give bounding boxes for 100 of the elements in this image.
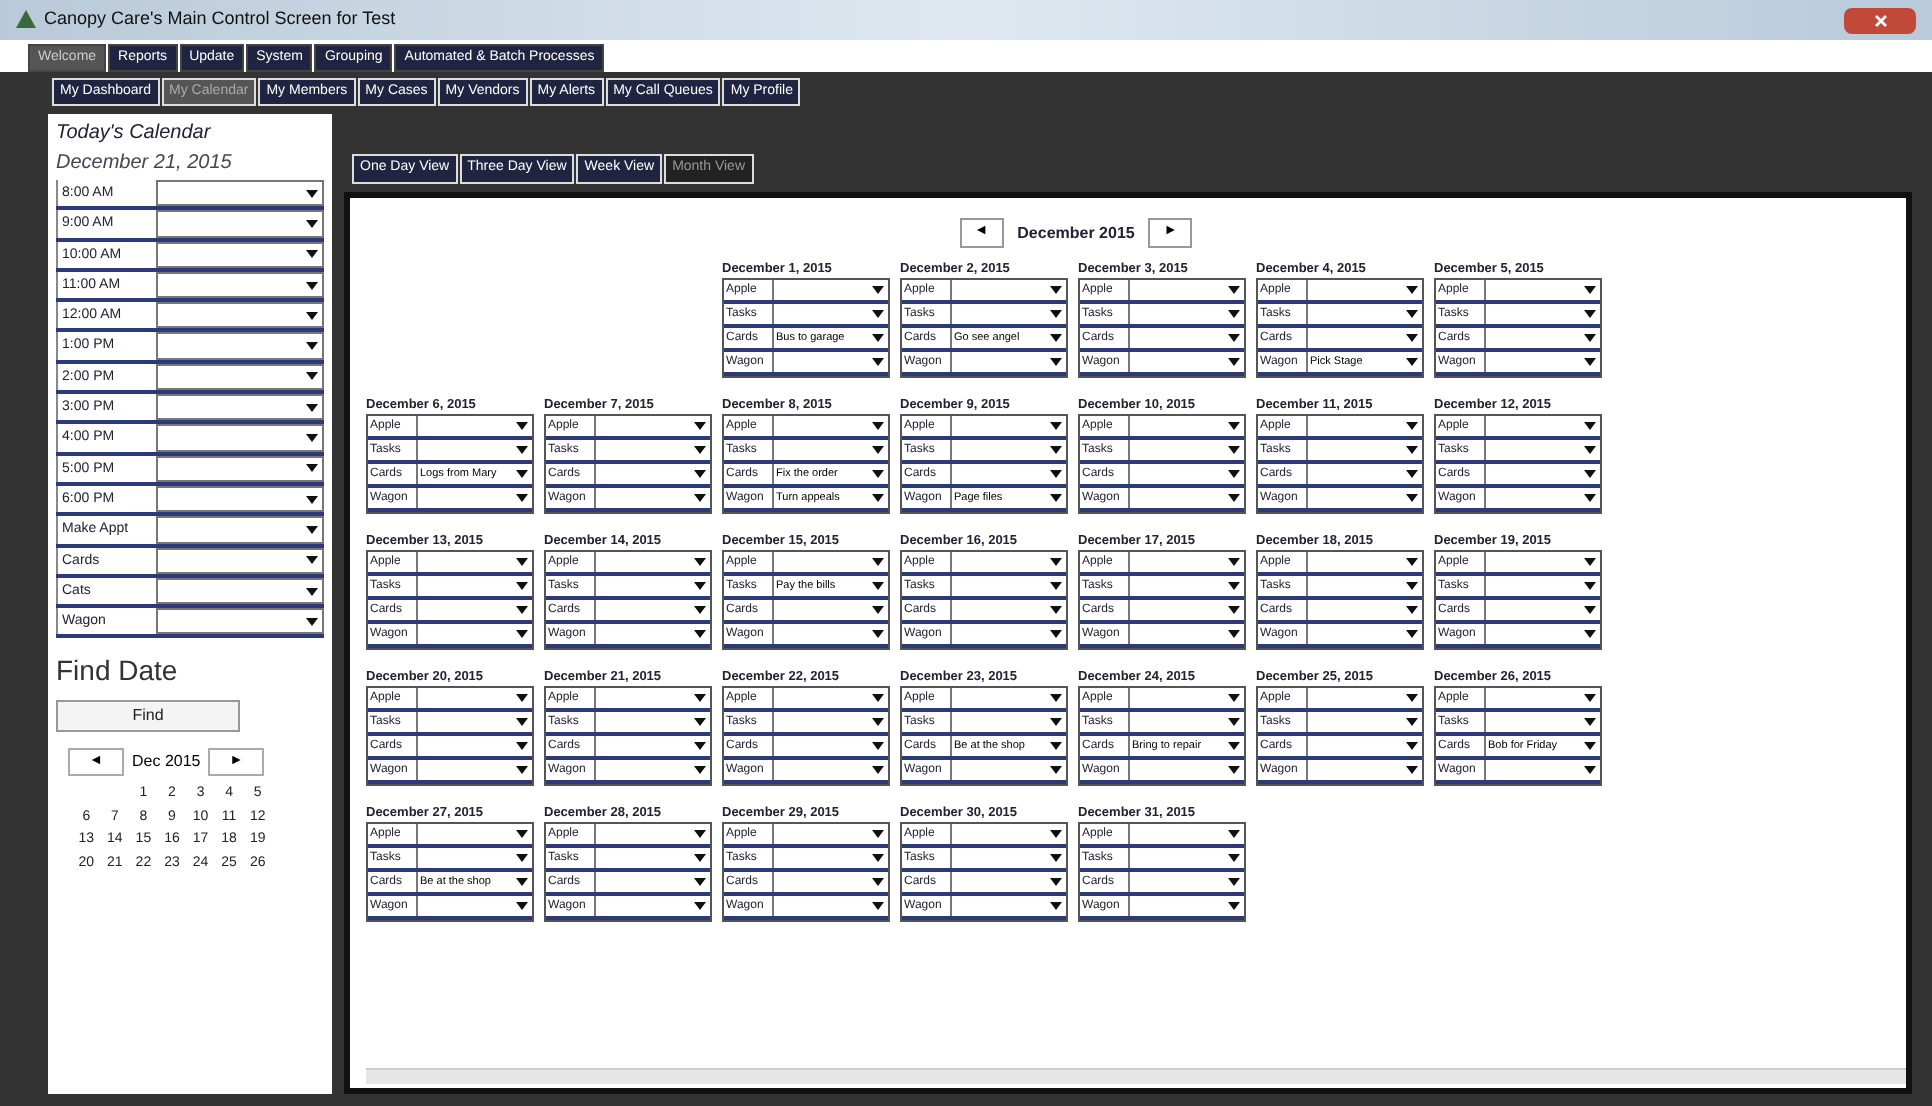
dropdown-field[interactable] — [594, 848, 710, 868]
dropdown-field[interactable] — [156, 180, 324, 207]
dropdown-field[interactable] — [1306, 688, 1422, 708]
dropdown-field[interactable] — [772, 352, 888, 372]
dropdown-field[interactable] — [1306, 576, 1422, 596]
dropdown-field[interactable] — [1484, 464, 1600, 484]
dropdown-field[interactable] — [1128, 896, 1244, 916]
dropdown-field[interactable] — [1128, 328, 1244, 348]
dropdown-field[interactable] — [950, 712, 1066, 732]
dropdown-field[interactable] — [416, 896, 532, 916]
dropdown-field[interactable] — [1306, 552, 1422, 572]
dropdown-field[interactable] — [594, 416, 710, 436]
dropdown-field[interactable] — [950, 600, 1066, 620]
dropdown-field[interactable] — [416, 552, 532, 572]
dropdown-field[interactable] — [594, 464, 710, 484]
dropdown-field[interactable] — [772, 280, 888, 300]
dropdown-field[interactable] — [1484, 440, 1600, 460]
dropdown-field[interactable] — [594, 896, 710, 916]
dropdown-field[interactable] — [156, 210, 324, 238]
dropdown-field[interactable] — [772, 824, 888, 844]
dropdown-field[interactable] — [1484, 600, 1600, 620]
dropdown-field[interactable] — [416, 848, 532, 868]
dropdown-field[interactable] — [416, 440, 532, 460]
dropdown-field[interactable] — [156, 455, 324, 482]
dropdown-field[interactable] — [1484, 488, 1600, 508]
dropdown-field[interactable] — [1128, 280, 1244, 300]
dropdown-field[interactable] — [1306, 624, 1422, 644]
dropdown-field[interactable] — [772, 760, 888, 780]
dropdown-field[interactable] — [416, 824, 532, 844]
dropdown-field[interactable] — [772, 736, 888, 756]
dropdown-field[interactable] — [156, 394, 324, 421]
find-button[interactable]: Find — [56, 700, 240, 733]
dropdown-field[interactable] — [772, 304, 888, 324]
dropdown-field[interactable] — [594, 600, 710, 620]
dropdown-field[interactable] — [1306, 736, 1422, 756]
dropdown-field[interactable] — [950, 872, 1066, 892]
dropdown-field[interactable] — [950, 304, 1066, 324]
dropdown-field[interactable] — [1128, 576, 1244, 596]
dropdown-field[interactable] — [950, 896, 1066, 916]
dropdown-field[interactable] — [1484, 688, 1600, 708]
dropdown-field[interactable] — [1128, 488, 1244, 508]
dropdown-field[interactable] — [1128, 824, 1244, 844]
dropdown-field[interactable] — [1484, 304, 1600, 324]
dropdown-field[interactable] — [1128, 712, 1244, 732]
dropdown-field[interactable] — [1306, 328, 1422, 348]
dropdown-field[interactable] — [772, 624, 888, 644]
dropdown-field[interactable] — [1128, 552, 1244, 572]
dropdown-field[interactable] — [772, 848, 888, 868]
dropdown-field[interactable] — [1484, 328, 1600, 348]
dropdown-field[interactable] — [1128, 464, 1244, 484]
dropdown-field[interactable] — [156, 241, 324, 268]
dropdown-field[interactable] — [156, 302, 324, 329]
dropdown-field[interactable] — [1306, 600, 1422, 620]
dropdown-field[interactable] — [772, 440, 888, 460]
dropdown-field[interactable] — [950, 280, 1066, 300]
dropdown-field[interactable] — [1306, 280, 1422, 300]
dropdown-field[interactable] — [1306, 760, 1422, 780]
dropdown-field[interactable] — [156, 516, 324, 544]
dropdown-field[interactable] — [594, 624, 710, 644]
dropdown-field[interactable] — [1128, 352, 1244, 372]
dropdown-field[interactable] — [594, 736, 710, 756]
dropdown-field[interactable] — [594, 576, 710, 596]
dropdown-field[interactable] — [416, 488, 532, 508]
horizontal-scrollbar[interactable] — [366, 1068, 1906, 1084]
dropdown-field[interactable] — [156, 363, 324, 391]
dropdown-field[interactable] — [416, 688, 532, 708]
dropdown-field[interactable] — [594, 872, 710, 892]
dropdown-field[interactable] — [950, 848, 1066, 868]
dropdown-field[interactable] — [772, 712, 888, 732]
dropdown-field[interactable] — [772, 896, 888, 916]
dropdown-field[interactable] — [594, 440, 710, 460]
dropdown-field[interactable] — [594, 712, 710, 732]
dropdown-field[interactable] — [156, 608, 324, 635]
dropdown-field[interactable] — [416, 576, 532, 596]
dropdown-field[interactable] — [1484, 280, 1600, 300]
dropdown-field[interactable] — [1306, 416, 1422, 436]
dropdown-field[interactable] — [1306, 488, 1422, 508]
dropdown-field[interactable] — [1484, 416, 1600, 436]
dropdown-field[interactable] — [1484, 552, 1600, 572]
dropdown-field[interactable] — [1128, 624, 1244, 644]
dropdown-field[interactable] — [950, 576, 1066, 596]
dropdown-field[interactable] — [594, 488, 710, 508]
dropdown-field[interactable] — [1306, 464, 1422, 484]
dropdown-field[interactable] — [156, 332, 324, 360]
dropdown-field[interactable] — [416, 712, 532, 732]
dropdown-field[interactable] — [1484, 624, 1600, 644]
dropdown-field[interactable] — [1128, 440, 1244, 460]
dropdown-field[interactable] — [156, 271, 324, 299]
dropdown-field[interactable] — [416, 600, 532, 620]
dropdown-field[interactable] — [1484, 760, 1600, 780]
dropdown-field[interactable] — [772, 552, 888, 572]
dropdown-field[interactable] — [416, 416, 532, 436]
dropdown-field[interactable] — [1128, 760, 1244, 780]
dropdown-field[interactable] — [950, 352, 1066, 372]
dropdown-field[interactable] — [950, 688, 1066, 708]
dropdown-field[interactable] — [1128, 600, 1244, 620]
dropdown-field[interactable] — [156, 577, 324, 605]
dropdown-field[interactable] — [1484, 352, 1600, 372]
dropdown-field[interactable] — [1484, 712, 1600, 732]
dropdown-field[interactable] — [1128, 848, 1244, 868]
